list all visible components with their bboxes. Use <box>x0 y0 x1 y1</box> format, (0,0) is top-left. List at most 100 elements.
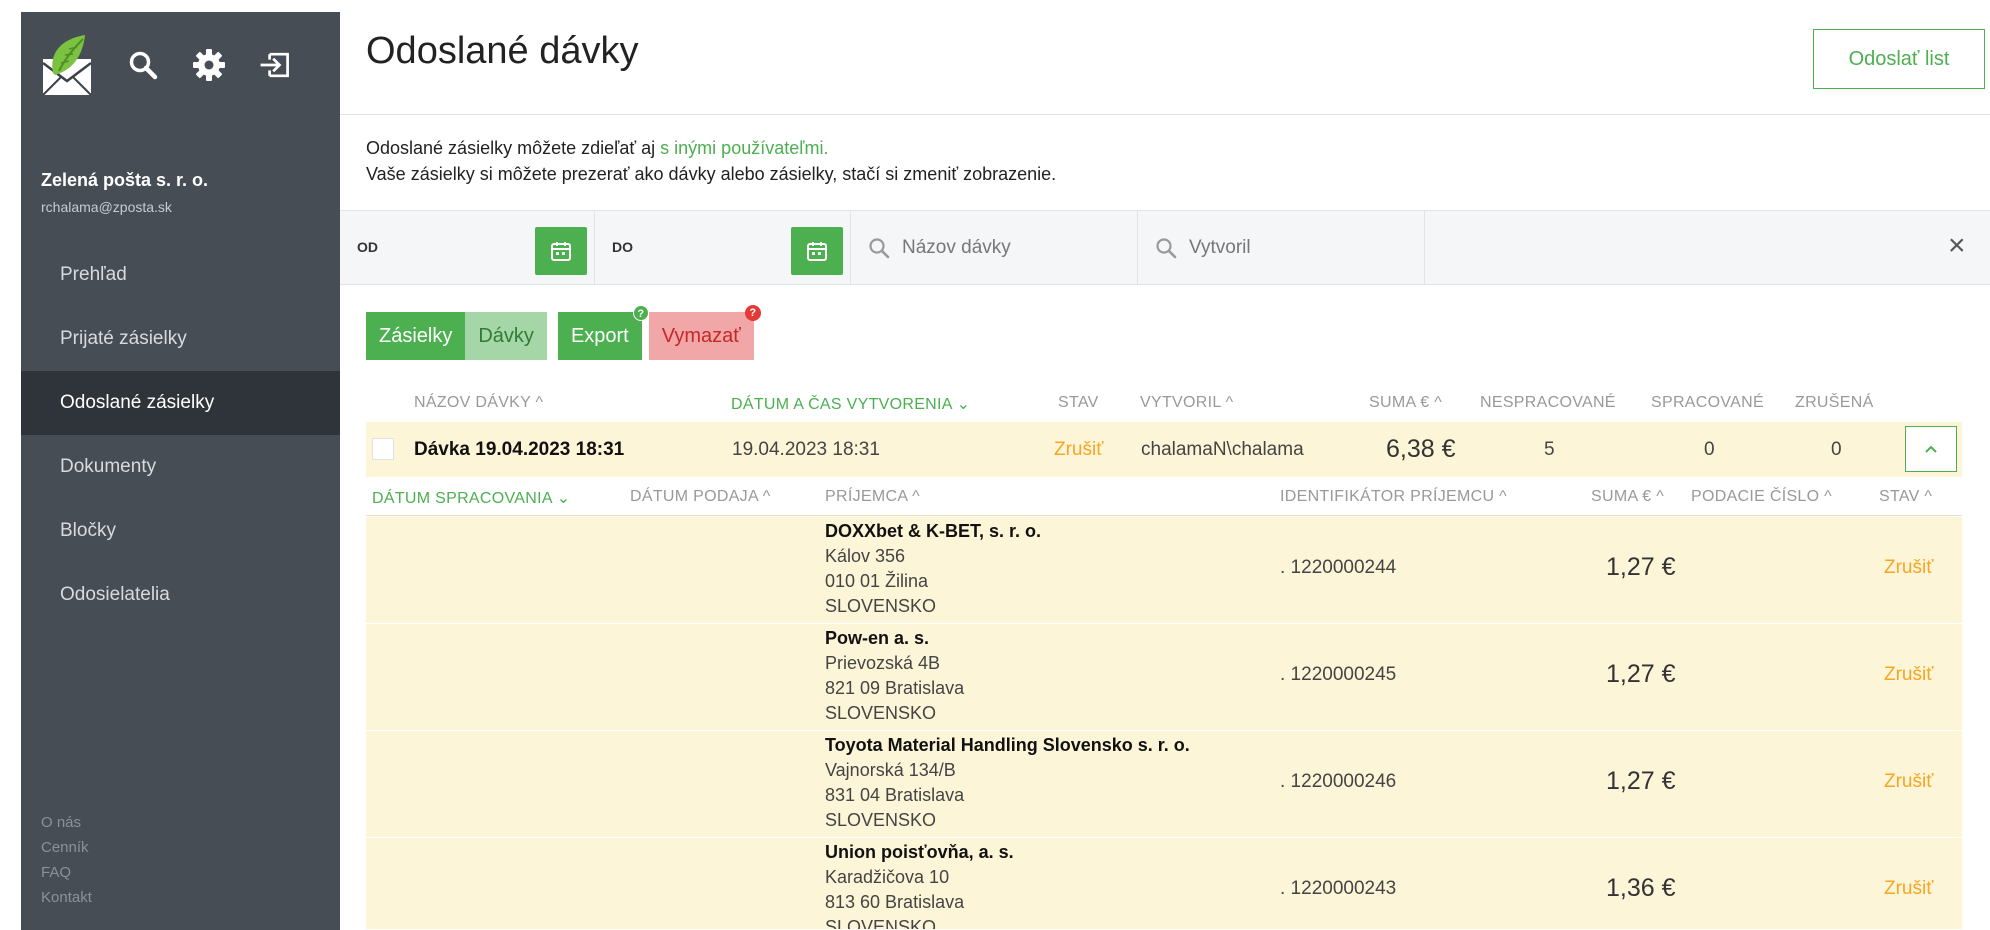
recipient-address: DOXXbet & K-BET, s. r. o. Kálov 356 010 … <box>825 519 1041 619</box>
recipient-street: Vajnorská 134/B <box>825 760 956 780</box>
recipient-name: DOXXbet & K-BET, s. r. o. <box>825 521 1042 541</box>
footer-link-contact[interactable]: Kontakt <box>41 885 92 910</box>
batch-sum: 6,38 € <box>1386 435 1456 463</box>
sidebar-nav: Prehľad Prijaté zásielky Odoslané zásiel… <box>21 243 340 627</box>
column-shipment-status[interactable]: STAV ^ <box>1879 488 1932 506</box>
shipment-sum: 1,27 € <box>1606 660 1676 688</box>
recipient-name: Union poisťovňa, a. s. <box>825 842 1014 862</box>
shipment-row[interactable]: DOXXbet & K-BET, s. r. o. Kálov 356 010 … <box>366 517 1962 624</box>
shipment-table-header: DÁTUM SPRACOVANIA ⌄ DÁTUM PODAJA ^ PRÍJE… <box>366 478 1962 516</box>
shipment-cancel-link[interactable]: Zrušiť <box>1884 557 1933 579</box>
recipient-address: Pow-en a. s. Prievozská 4B 821 09 Bratis… <box>825 626 964 726</box>
footer-link-pricing[interactable]: Cenník <box>41 835 92 860</box>
info-line-1-text: Odoslané zásielky môžete zdieľať aj <box>366 138 656 158</box>
recipient-street: Karadžičova 10 <box>825 867 950 887</box>
batch-cancel-link[interactable]: Zrušiť <box>1054 422 1103 477</box>
sidebar-footer: O nás Cenník FAQ Kontakt <box>41 810 92 910</box>
info-text: Odoslané zásielky môžete zdieľať aj s in… <box>366 135 1056 187</box>
export-help-icon[interactable]: ? <box>632 305 649 321</box>
column-batch-name[interactable]: NÁZOV DÁVKY ^ <box>414 394 543 412</box>
shipment-cancel-link[interactable]: Zrušiť <box>1884 878 1933 900</box>
date-from-filter: OD <box>340 211 595 284</box>
recipient-city: 831 04 Bratislava <box>825 785 965 805</box>
export-button[interactable]: Export ? <box>557 305 649 360</box>
clear-filters-icon[interactable]: × <box>1948 231 1966 261</box>
column-sum[interactable]: SUMA € ^ <box>1369 394 1442 412</box>
footer-link-faq[interactable]: FAQ <box>41 860 92 885</box>
shipment-row[interactable]: Toyota Material Handling Slovensko s. r.… <box>366 731 1962 838</box>
user-email: rchalama@zposta.sk <box>41 199 172 215</box>
column-shipment-sum[interactable]: SUMA € ^ <box>1591 488 1664 506</box>
recipient-address: Toyota Material Handling Slovensko s. r.… <box>825 733 1190 833</box>
batches-view-button[interactable]: Dávky <box>465 312 547 360</box>
info-line-2: Vaše zásielky si môžete prezerať ako dáv… <box>366 164 1057 184</box>
column-unprocessed: NESPRACOVANÉ <box>1480 394 1616 411</box>
recipient-city: 821 09 Bratislava <box>825 678 965 698</box>
logo-icon[interactable] <box>39 33 95 97</box>
date-to-filter: DO <box>595 211 851 284</box>
sidebar-item-sent[interactable]: Odoslané zásielky <box>21 371 340 435</box>
delete-label: Vymazať <box>661 325 741 347</box>
shipment-row[interactable]: Pow-en a. s. Prievozská 4B 821 09 Bratis… <box>366 624 1962 731</box>
gear-icon[interactable] <box>191 47 227 83</box>
batch-row[interactable]: Dávka 19.04.2023 18:31 19.04.2023 18:31 … <box>366 422 1962 477</box>
column-tracking-number[interactable]: PODACIE ČÍSLO ^ <box>1691 488 1832 506</box>
share-users-link[interactable]: s inými používateľmi. <box>660 138 828 158</box>
sidebar-item-receipts[interactable]: Bločky <box>21 499 340 563</box>
date-to-label: DO <box>612 239 633 255</box>
date-from-label: OD <box>357 239 378 255</box>
sidebar-item-overview[interactable]: Prehľad <box>21 243 340 307</box>
recipient-country: SLOVENSKO <box>825 703 937 723</box>
column-recipient[interactable]: PRÍJEMCA ^ <box>825 488 920 506</box>
export-label: Export <box>570 325 629 347</box>
calendar-icon[interactable] <box>791 227 843 275</box>
sidebar-item-received[interactable]: Prijaté zásielky <box>21 307 340 371</box>
shipment-cancel-link[interactable]: Zrušiť <box>1884 771 1933 793</box>
calendar-icon[interactable] <box>535 227 587 275</box>
organization-info: Zelená pošta s. r. o. rchalama@zposta.sk <box>21 118 340 215</box>
sidebar-item-senders[interactable]: Odosielatelia <box>21 563 340 627</box>
recipient-city: 010 01 Žilina <box>825 571 929 591</box>
recipient-country: SLOVENSKO <box>825 917 937 930</box>
sidebar-item-documents[interactable]: Dokumenty <box>21 435 340 499</box>
column-created[interactable]: DÁTUM A ČAS VYTVORENIA ⌄ <box>731 394 970 414</box>
organization-name: Zelená pošta s. r. o. <box>41 170 209 190</box>
recipient-country: SLOVENSKO <box>825 596 937 616</box>
batch-created: 19.04.2023 18:31 <box>732 439 880 460</box>
column-processed-date[interactable]: DÁTUM SPRACOVANIA ⌄ <box>372 488 570 508</box>
recipient-city: 813 60 Bratislava <box>825 892 965 912</box>
filter-bar: OD DO × <box>340 210 1990 285</box>
recipient-street: Prievozská 4B <box>825 653 941 673</box>
created-by-filter <box>1138 211 1425 284</box>
send-letter-button[interactable]: Odoslať list <box>1813 29 1985 89</box>
column-recipient-id[interactable]: IDENTIFIKÁTOR PRÍJEMCU ^ <box>1280 488 1507 506</box>
recipient-id: . 1220000246 <box>1280 771 1397 792</box>
header-divider <box>340 114 1990 115</box>
info-line-1: Odoslané zásielky môžete zdieľať aj s in… <box>366 135 1056 161</box>
recipient-name: Toyota Material Handling Slovensko s. r.… <box>825 735 1190 755</box>
column-processed: SPRACOVANÉ <box>1651 394 1764 411</box>
row-checkbox[interactable] <box>372 438 394 460</box>
shipments-view-button[interactable]: Zásielky <box>366 312 466 360</box>
shipment-row[interactable]: Union poisťovňa, a. s. Karadžičova 10 81… <box>366 838 1962 930</box>
delete-help-icon[interactable]: ? <box>744 305 761 321</box>
collapse-batch-button[interactable] <box>1905 426 1957 472</box>
delete-button[interactable]: Vymazať ? <box>648 305 761 360</box>
recipient-street: Kálov 356 <box>825 546 906 566</box>
search-icon[interactable] <box>125 47 161 83</box>
batch-name-input[interactable] <box>902 236 1122 259</box>
shipment-cancel-link[interactable]: Zrušiť <box>1884 664 1933 686</box>
chevron-up-icon <box>1925 445 1937 453</box>
logout-icon[interactable] <box>257 47 293 83</box>
created-by-input[interactable] <box>1189 236 1409 259</box>
batch-cancelled: 0 <box>1831 439 1842 460</box>
column-submitted-date[interactable]: DÁTUM PODAJA ^ <box>630 488 771 506</box>
column-status: STAV <box>1058 394 1099 411</box>
shipment-sum: 1,27 € <box>1606 553 1676 581</box>
column-created-by[interactable]: VYTVORIL ^ <box>1140 394 1234 412</box>
footer-link-about[interactable]: O nás <box>41 810 92 835</box>
batch-name-filter <box>851 211 1138 284</box>
search-icon <box>869 237 890 258</box>
batch-name: Dávka 19.04.2023 18:31 <box>414 439 625 460</box>
shipment-sum: 1,27 € <box>1606 767 1676 795</box>
